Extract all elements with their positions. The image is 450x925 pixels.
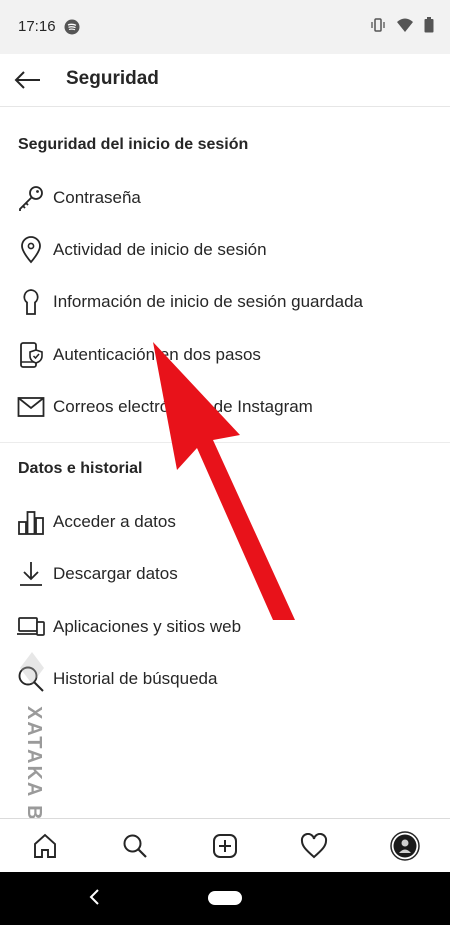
battery-icon <box>424 17 434 38</box>
nav-new-post-button[interactable] <box>208 829 242 863</box>
bar-chart-icon <box>16 507 46 537</box>
nav-activity-button[interactable] <box>297 829 331 863</box>
section-title-login: Seguridad del inicio de sesión <box>18 136 249 153</box>
envelope-icon <box>16 392 46 422</box>
heart-icon <box>300 833 328 859</box>
annotation-arrow <box>153 342 295 620</box>
status-icons <box>370 17 434 38</box>
page-title: Seguridad <box>66 68 159 89</box>
download-icon <box>16 559 46 589</box>
menu-item-login-activity[interactable]: Actividad de inicio de sesión <box>0 224 450 276</box>
menu-item-password[interactable]: Contraseña <box>0 172 450 224</box>
nav-search-button[interactable] <box>118 829 152 863</box>
menu-item-search-history[interactable]: Historial de búsqueda <box>0 653 450 705</box>
menu-label: Información de inicio de sesión guardada <box>53 292 363 311</box>
key-icon <box>16 183 46 213</box>
spotify-icon <box>64 19 80 40</box>
bottom-nav <box>0 818 450 873</box>
menu-item-saved-login-info[interactable]: Información de inicio de sesión guardada <box>0 276 450 328</box>
status-time: 17:16 <box>18 18 56 35</box>
search-icon <box>123 834 147 858</box>
avatar <box>390 831 420 861</box>
status-bar: 17:16 <box>0 0 450 54</box>
vibrate-icon <box>370 17 386 38</box>
system-back-button[interactable] <box>88 888 100 912</box>
nav-profile-button[interactable] <box>388 829 422 863</box>
keyhole-icon <box>16 287 46 317</box>
menu-label: Actividad de inicio de sesión <box>53 240 267 259</box>
system-nav-bar <box>0 872 450 925</box>
menu-label: Historial de búsqueda <box>53 669 218 688</box>
system-home-button[interactable] <box>208 891 242 905</box>
menu-label: Contraseña <box>53 188 141 207</box>
add-square-icon <box>213 834 237 858</box>
wifi-icon <box>396 17 414 38</box>
phone-shield-icon <box>16 340 46 370</box>
nav-home-button[interactable] <box>28 829 62 863</box>
app-header: Seguridad <box>0 54 450 107</box>
chevron-left-icon <box>89 889 99 905</box>
location-pin-icon <box>16 235 46 265</box>
devices-icon <box>16 612 46 642</box>
back-button[interactable] <box>12 66 42 94</box>
arrow-left-icon <box>14 71 40 89</box>
menu-label: Aplicaciones y sitios web <box>53 617 242 636</box>
home-icon <box>34 833 56 858</box>
section-title-data: Datos e historial <box>18 460 143 477</box>
